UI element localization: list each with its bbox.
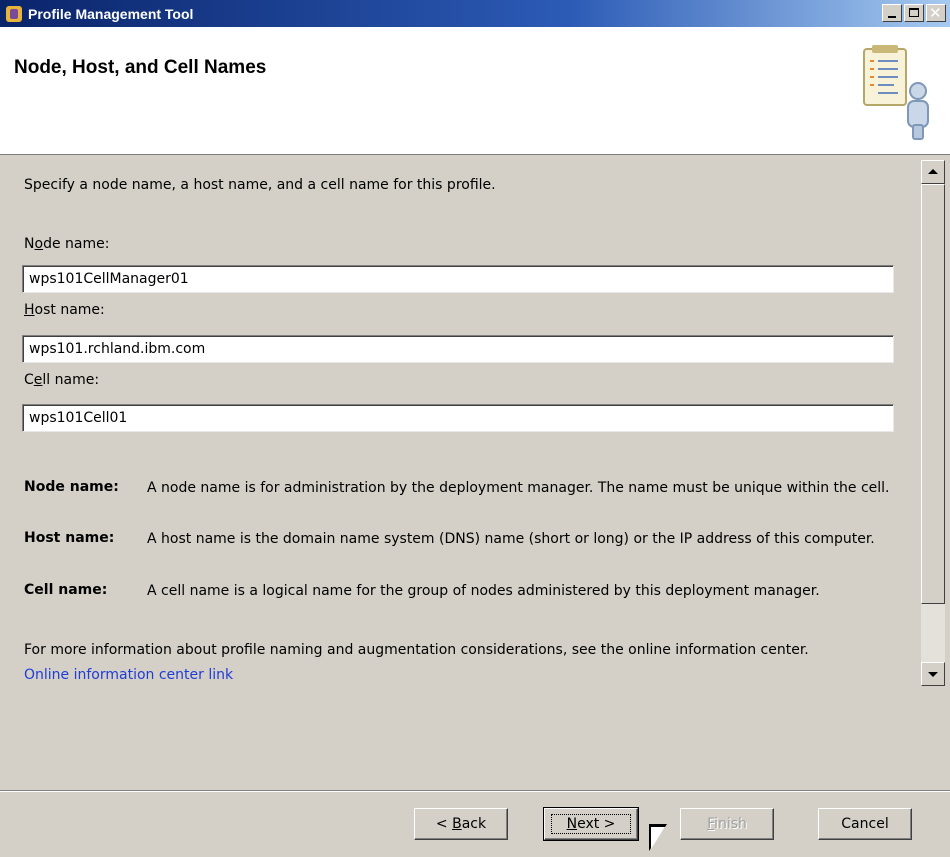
help-term-cell: Cell name:	[24, 582, 108, 598]
title-bar[interactable]: Profile Management Tool ✕	[0, 0, 950, 27]
arrow-up-icon	[928, 169, 938, 174]
next-button[interactable]: Next >	[543, 807, 639, 841]
online-info-center-link[interactable]: Online information center link	[24, 667, 233, 683]
host-name-input[interactable]	[22, 335, 894, 363]
close-icon: ✕	[929, 4, 942, 22]
scrollbar-thumb[interactable]	[921, 184, 945, 604]
maximize-button[interactable]	[904, 4, 924, 22]
window-title: Profile Management Tool	[28, 5, 194, 22]
focus-ring	[551, 814, 631, 834]
arrow-down-icon	[928, 672, 938, 677]
node-name-input[interactable]	[22, 265, 894, 293]
maximize-icon	[909, 8, 919, 17]
intro-text: Specify a node name, a host name, and a …	[24, 177, 496, 193]
scroll-down-button[interactable]	[921, 662, 945, 686]
wizard-header: Node, Host, and Cell Names	[0, 27, 950, 155]
cell-name-input[interactable]	[22, 404, 894, 432]
finish-button[interactable]: Finish	[680, 808, 774, 840]
footer-divider	[0, 790, 950, 792]
close-button[interactable]: ✕	[926, 4, 946, 22]
cancel-button-label: Cancel	[841, 816, 889, 832]
minimize-button[interactable]	[882, 4, 902, 22]
scroll-up-button[interactable]	[921, 160, 945, 184]
cancel-button[interactable]: Cancel	[818, 808, 912, 840]
window-controls: ✕	[882, 4, 946, 22]
finish-button-label: Finish	[707, 816, 747, 832]
vertical-scrollbar[interactable]	[921, 160, 945, 686]
page-title: Node, Host, and Cell Names	[14, 57, 267, 78]
cell-name-label: Cell name:	[24, 372, 100, 388]
mouse-pointer-fill	[651, 827, 665, 849]
help-text-host: A host name is the domain name system (D…	[147, 531, 875, 547]
host-name-label: Host name:	[24, 302, 105, 318]
profile-clipboard-user-icon	[863, 45, 929, 140]
help-text-cell: A cell name is a logical name for the gr…	[147, 583, 820, 599]
node-name-label: Node name:	[24, 236, 110, 252]
app-icon	[6, 5, 22, 22]
more-info-text: For more information about profile namin…	[24, 642, 809, 658]
back-button[interactable]: < Back	[414, 808, 508, 840]
back-button-label: < Back	[435, 816, 487, 832]
help-text-node: A node name is for administration by the…	[147, 480, 890, 496]
help-term-host: Host name:	[24, 530, 115, 546]
help-term-node: Node name:	[24, 479, 119, 495]
minimize-icon	[888, 16, 896, 18]
